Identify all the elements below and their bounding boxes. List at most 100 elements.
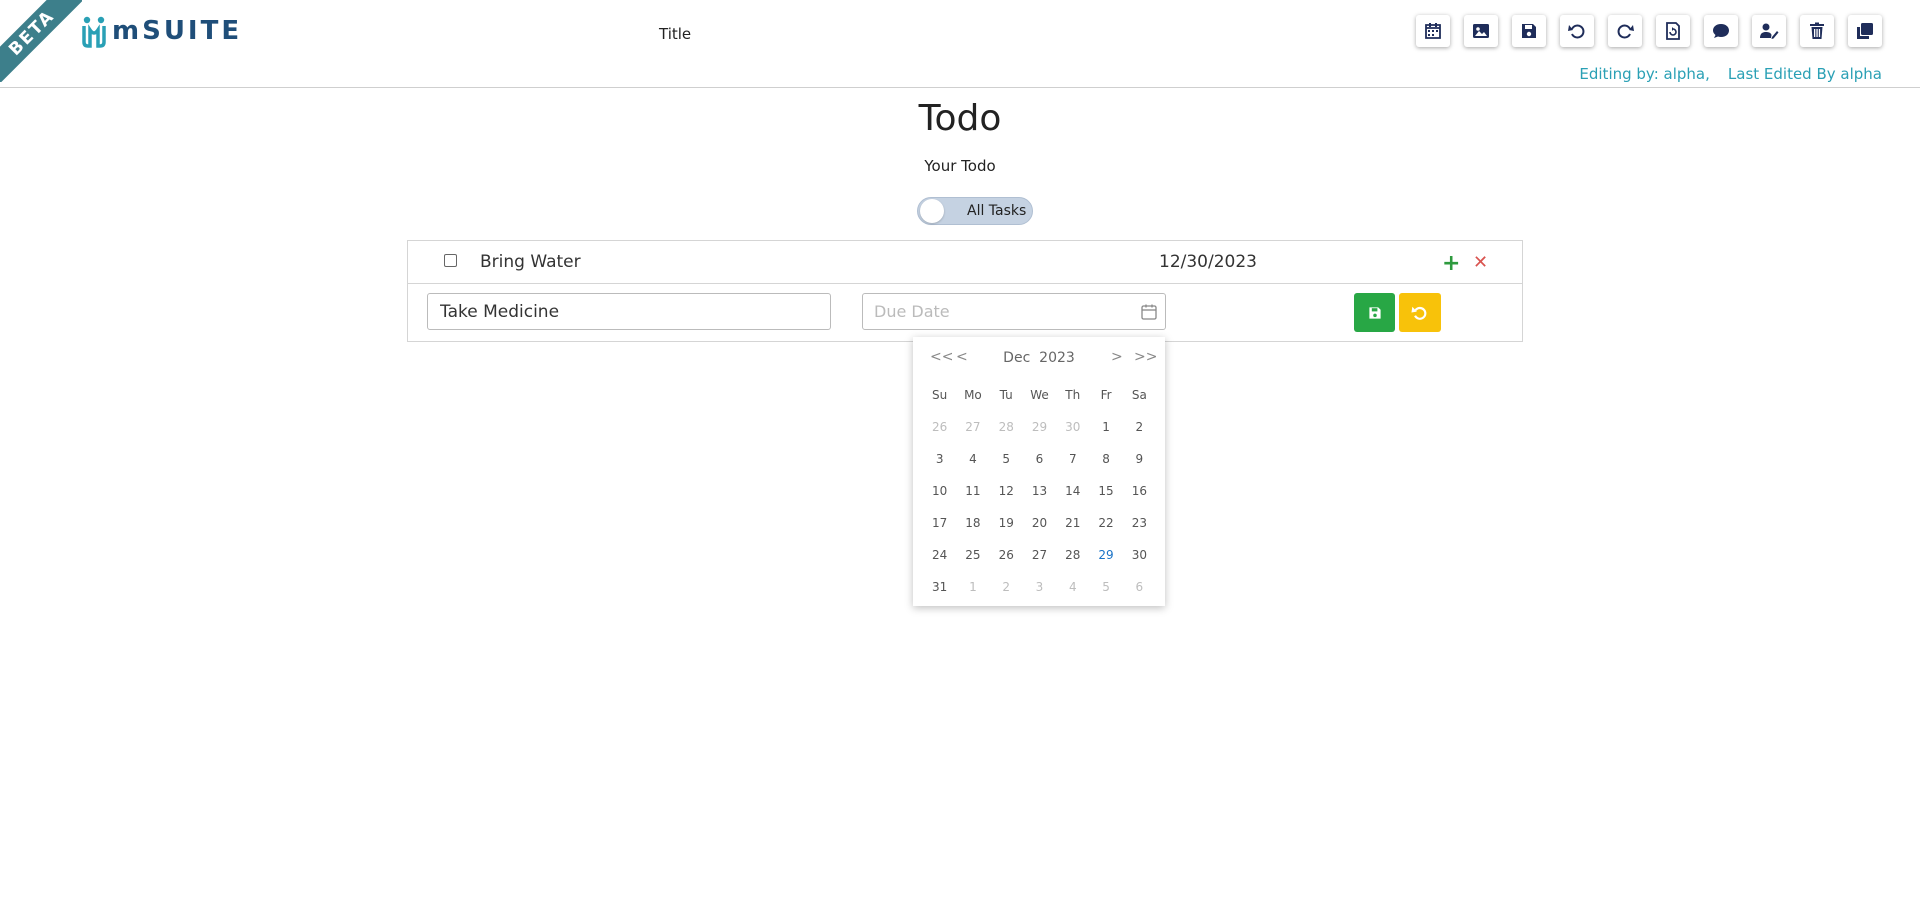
weekday-row: Su Mo Tu We Th Fr Sa <box>923 379 1156 411</box>
beta-ribbon: BETA <box>0 0 82 82</box>
day-cell[interactable]: 28 <box>990 420 1023 434</box>
day-cell[interactable]: 27 <box>956 420 989 434</box>
app-logo[interactable]: mSUITE <box>80 14 242 48</box>
week-row: 24 25 26 27 28 29 30 <box>923 539 1156 571</box>
day-cell[interactable]: 26 <box>923 420 956 434</box>
day-cell[interactable]: 30 <box>1056 420 1089 434</box>
day-cell[interactable]: 28 <box>1056 548 1089 562</box>
day-cell[interactable]: 27 <box>1023 548 1056 562</box>
save-doc-button[interactable] <box>1512 15 1546 47</box>
calendar-picker-icon[interactable] <box>1140 303 1158 321</box>
comment-icon <box>1713 24 1729 38</box>
undo-doc-button[interactable] <box>1560 15 1594 47</box>
logo-text: mSUITE <box>112 16 243 46</box>
todo-text[interactable]: Bring Water <box>480 252 581 272</box>
date-grid: Su Mo Tu We Th Fr Sa 26 27 28 29 30 1 2 3 4 5 6 7 8 9 10 11 12 1… <box>923 379 1156 603</box>
app-header: BETA mSUITE Title Editing by: alpha, Las… <box>0 0 1920 88</box>
weekday-label: Su <box>932 388 948 402</box>
day-cell[interactable]: 4 <box>956 452 989 466</box>
date-picker: << < Dec 2023 > >> Su Mo Tu We Th Fr Sa 26 27 28 2… <box>913 337 1165 606</box>
day-cell[interactable]: 19 <box>990 516 1023 530</box>
restore-button[interactable] <box>1656 15 1690 47</box>
image-icon <box>1473 24 1489 38</box>
day-cell[interactable]: 2 <box>1123 420 1156 434</box>
todo-checkbox[interactable] <box>444 254 457 267</box>
image-button[interactable] <box>1464 15 1498 47</box>
week-row: 3456789 <box>923 443 1156 475</box>
add-subtask-icon[interactable]: + <box>1442 251 1460 276</box>
day-cell-today[interactable]: 29 <box>1089 548 1122 562</box>
page-subtitle: Your Todo <box>924 157 996 175</box>
edit-info: Editing by: alpha, Last Edited By alpha <box>1579 65 1882 83</box>
all-tasks-toggle[interactable]: All Tasks <box>917 197 1033 225</box>
comment-button[interactable] <box>1704 15 1738 47</box>
day-cell[interactable]: 1 <box>1089 420 1122 434</box>
day-cell[interactable]: 14 <box>1056 484 1089 498</box>
save-task-button[interactable] <box>1354 293 1395 332</box>
day-cell[interactable]: 6 <box>1023 452 1056 466</box>
last-edited-label: Last Edited By alpha <box>1727 65 1882 83</box>
day-cell[interactable]: 10 <box>923 484 956 498</box>
redo-icon <box>1617 24 1634 39</box>
toggle-knob[interactable] <box>920 199 944 223</box>
copy-button[interactable] <box>1848 15 1882 47</box>
beta-ribbon-container: BETA <box>0 0 82 82</box>
reset-task-button[interactable] <box>1399 293 1441 332</box>
week-row: 17 18 19 20 21 22 23 <box>923 507 1156 539</box>
day-cell[interactable]: 21 <box>1056 516 1089 530</box>
day-cell[interactable]: 4 <box>1056 580 1089 594</box>
next-year-button[interactable]: >> <box>1134 349 1157 365</box>
day-cell[interactable]: 16 <box>1123 484 1156 498</box>
redo-doc-button[interactable] <box>1608 15 1642 47</box>
day-cell[interactable]: 9 <box>1123 452 1156 466</box>
restore-icon <box>1666 22 1680 40</box>
weekday-label: Tu <box>999 388 1013 402</box>
day-cell[interactable]: 2 <box>990 580 1023 594</box>
day-cell[interactable]: 5 <box>1089 580 1122 594</box>
day-cell[interactable]: 29 <box>1023 420 1056 434</box>
month-label[interactable]: Dec <box>1003 350 1030 366</box>
prev-month-button[interactable]: < <box>956 349 968 365</box>
copy-icon <box>1857 23 1873 39</box>
day-cell[interactable]: 11 <box>956 484 989 498</box>
day-cell[interactable]: 25 <box>956 548 989 562</box>
delete-todo-icon[interactable]: ✕ <box>1473 252 1488 273</box>
calendar-icon <box>1425 23 1441 39</box>
task-name-input[interactable] <box>427 293 831 330</box>
user-edit-button[interactable] <box>1752 15 1786 47</box>
day-cell[interactable]: 17 <box>923 516 956 530</box>
day-cell[interactable]: 15 <box>1089 484 1122 498</box>
weekday-label: Sa <box>1131 388 1147 402</box>
day-cell[interactable]: 23 <box>1123 516 1156 530</box>
day-cell[interactable]: 3 <box>923 452 956 466</box>
toolbar <box>1416 15 1882 47</box>
day-cell[interactable]: 20 <box>1023 516 1056 530</box>
day-cell[interactable]: 13 <box>1023 484 1056 498</box>
weekday-label: Mo <box>964 388 982 402</box>
prev-year-button[interactable]: << <box>930 349 953 365</box>
day-cell[interactable]: 22 <box>1089 516 1122 530</box>
day-cell[interactable]: 3 <box>1023 580 1056 594</box>
year-label[interactable]: 2023 <box>1039 350 1075 366</box>
document-title[interactable]: Title <box>659 25 691 43</box>
day-cell[interactable]: 24 <box>923 548 956 562</box>
calendar-button[interactable] <box>1416 15 1450 47</box>
day-cell[interactable]: 5 <box>990 452 1023 466</box>
day-cell[interactable]: 26 <box>990 548 1023 562</box>
day-cell[interactable]: 6 <box>1123 580 1156 594</box>
day-cell[interactable]: 31 <box>923 580 956 594</box>
page-title: Todo <box>918 98 1002 139</box>
week-row: 31 1 2 3 4 5 6 <box>923 571 1156 603</box>
day-cell[interactable]: 30 <box>1123 548 1156 562</box>
weekday-label: Fr <box>1100 388 1112 402</box>
day-cell[interactable]: 8 <box>1089 452 1122 466</box>
day-cell[interactable]: 18 <box>956 516 989 530</box>
day-cell[interactable]: 1 <box>956 580 989 594</box>
date-picker-header: << < Dec 2023 > >> <box>913 349 1165 371</box>
weekday-label: We <box>1030 388 1049 402</box>
due-date-input[interactable] <box>862 293 1166 330</box>
day-cell[interactable]: 7 <box>1056 452 1089 466</box>
day-cell[interactable]: 12 <box>990 484 1023 498</box>
delete-doc-button[interactable] <box>1800 15 1834 47</box>
next-month-button[interactable]: > <box>1111 349 1123 365</box>
